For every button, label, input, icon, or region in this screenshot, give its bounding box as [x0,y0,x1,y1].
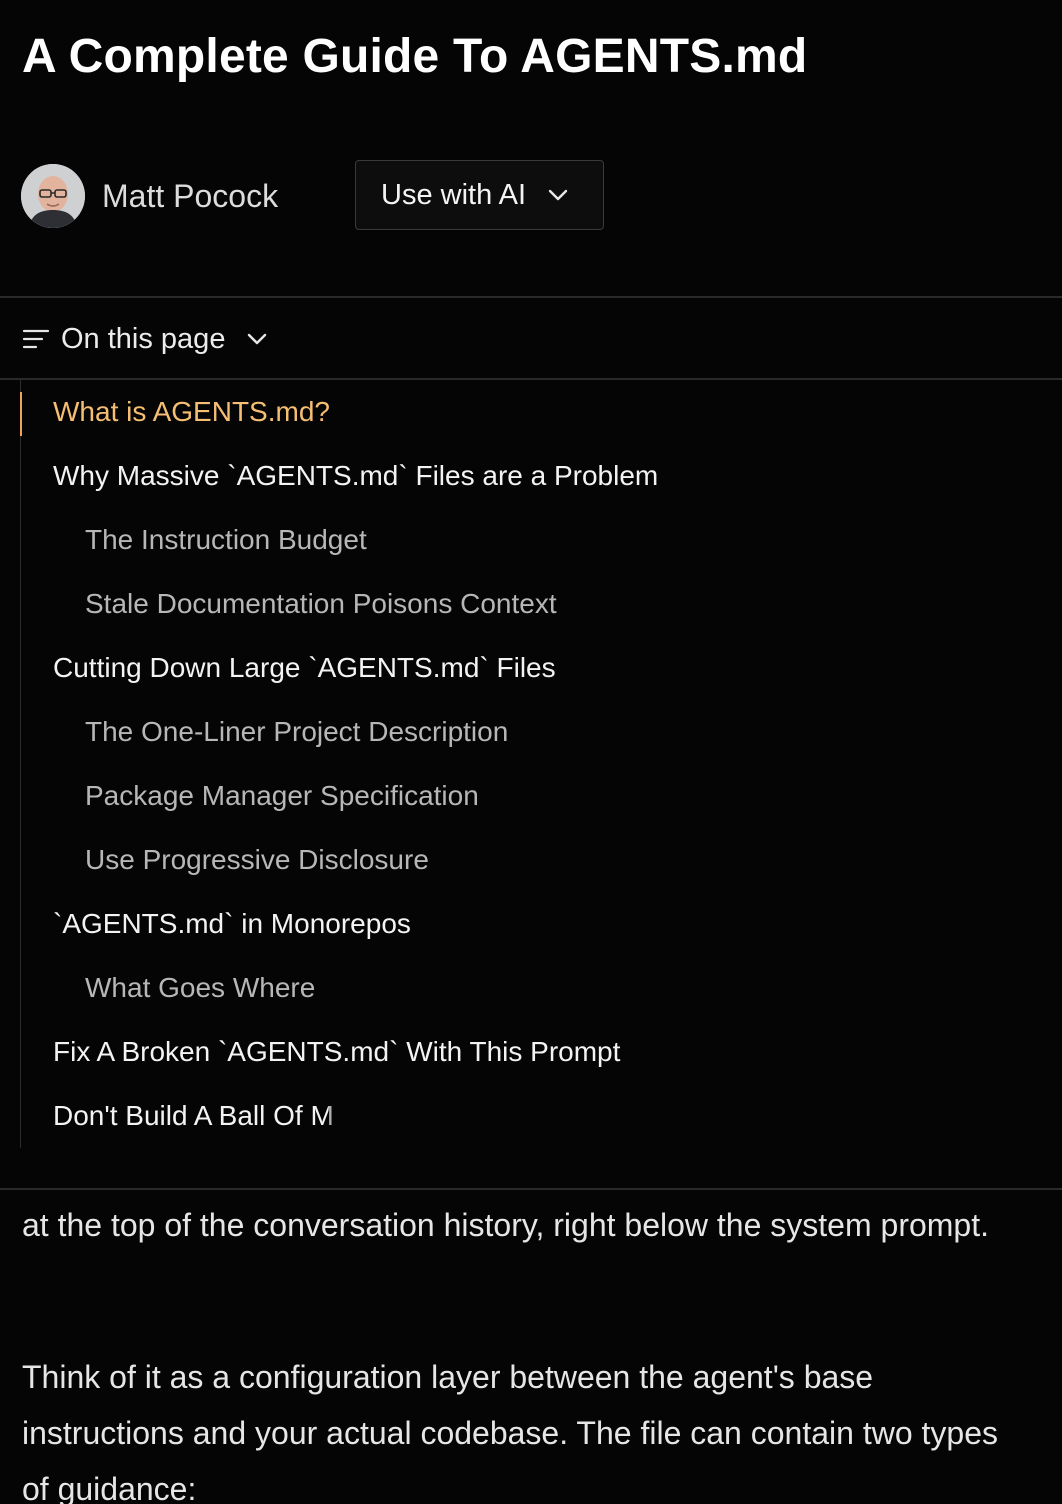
author-name[interactable]: Matt Pocock [102,178,278,215]
page-title: A Complete Guide To AGENTS.md [22,30,808,83]
toc-link-instruction-budget[interactable]: The Instruction Budget [21,508,367,572]
body-paragraph: at the top of the conversation history, … [22,1207,989,1243]
toc-link-monorepos[interactable]: `AGENTS.md` in Monorepos [21,892,411,956]
avatar-image [21,164,85,228]
author-byline: Matt Pocock [21,160,278,232]
toc-link-what-is-agents-md[interactable]: What is AGENTS.md? [21,380,330,444]
article-page: A Complete Guide To AGENTS.md Matt Pococ… [0,0,1062,1504]
chevron-down-icon [247,333,267,345]
menu-lines-icon [22,328,50,350]
toc-link-progressive-disclosure[interactable]: Use Progressive Disclosure [21,828,429,892]
divider [0,1188,1062,1190]
on-this-page-toggle[interactable]: On this page [22,316,267,362]
toc-link-fix-broken[interactable]: Fix A Broken `AGENTS.md` With This Promp… [21,1020,620,1084]
divider [0,296,1062,298]
toc-link-what-goes-where[interactable]: What Goes Where [21,956,315,1020]
chevron-down-icon [548,189,568,201]
toc-link-stale-documentation[interactable]: Stale Documentation Poisons Context [21,572,557,636]
use-with-ai-label: Use with AI [381,178,527,211]
on-this-page-label: On this page [61,322,226,355]
toc-link-package-manager[interactable]: Package Manager Specification [21,764,479,828]
toc-link-one-liner[interactable]: The One-Liner Project Description [21,700,508,764]
toc-link-why-massive-files[interactable]: Why Massive `AGENTS.md` Files are a Prob… [21,444,658,508]
body-paragraph: Think of it as a configuration layer bet… [22,1359,998,1504]
use-with-ai-button[interactable]: Use with AI [355,160,604,230]
table-of-contents: What is AGENTS.md? Why Massive `AGENTS.m… [19,380,1021,1148]
text-fade-overlay [328,1098,398,1138]
avatar[interactable] [21,164,85,228]
toc-link-ball-of-mud[interactable]: Don't Build A Ball Of M [21,1084,334,1148]
toc-link-cutting-down[interactable]: Cutting Down Large `AGENTS.md` Files [21,636,556,700]
